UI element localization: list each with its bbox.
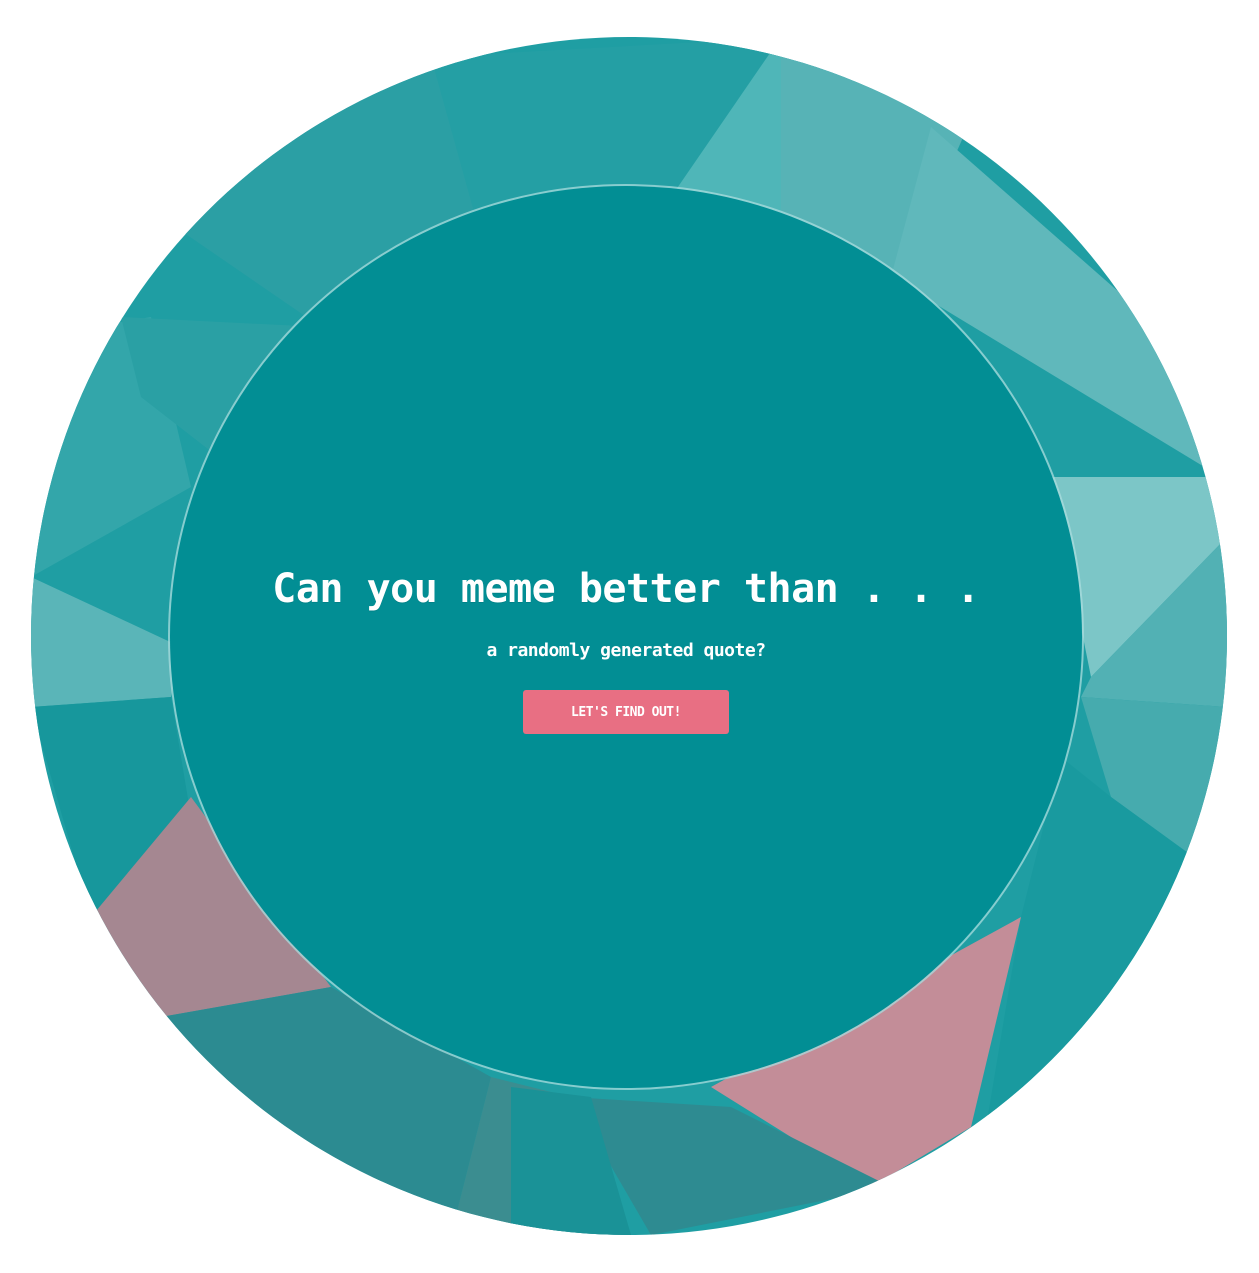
lets-find-out-button[interactable]: LET'S FIND OUT!: [523, 690, 729, 734]
hero-headline: Can you meme better than . . .: [272, 566, 980, 612]
hero-subline: a randomly generated quote?: [486, 640, 766, 661]
hero-content: Can you meme better than . . . a randoml…: [170, 560, 1082, 734]
page: Can you meme better than . . . a randoml…: [0, 0, 1259, 1273]
